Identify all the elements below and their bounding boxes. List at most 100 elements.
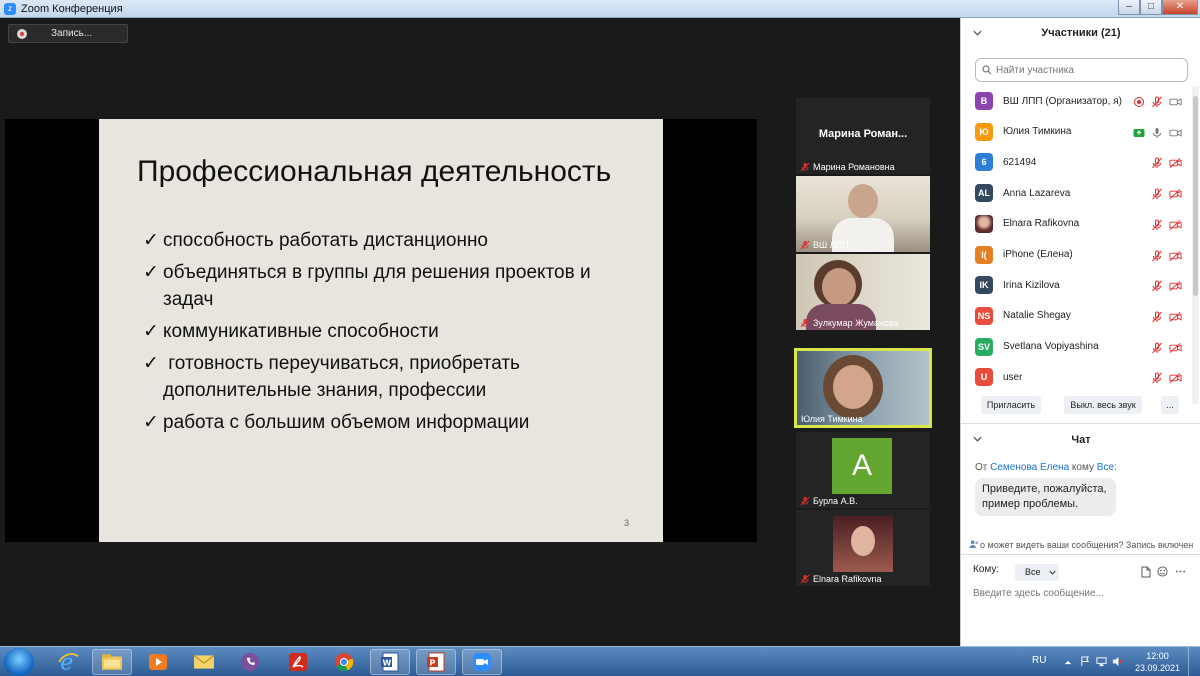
viber-icon[interactable] (230, 649, 270, 675)
word-icon[interactable]: W (370, 649, 410, 675)
close-button[interactable]: ✕ (1162, 0, 1198, 15)
mic-icon[interactable] (1151, 126, 1163, 138)
mail-icon[interactable] (184, 649, 224, 675)
chrome-icon[interactable] (324, 649, 364, 675)
slide-bullets: ✓ способность работать дистанционно ✓ объе… (143, 227, 643, 441)
scroll-thumb[interactable] (1193, 96, 1198, 296)
mic-muted-icon[interactable] (1151, 218, 1163, 231)
participants-scrollbar[interactable] (1192, 86, 1199, 404)
participant-row[interactable]: I(iPhone (Елена) (961, 240, 1193, 270)
check-icon: ✓ (143, 262, 159, 283)
participant-row[interactable]: SV Svetlana Vopiyashina (961, 332, 1193, 362)
participant-row[interactable]: IK Irina Kizilova (961, 270, 1193, 300)
participant-row[interactable]: В ВШ ЛПП (Организатор, я) (961, 86, 1193, 116)
invite-button[interactable]: Пригласить (981, 396, 1041, 414)
check-icon: ✓ (143, 412, 159, 433)
participant-row[interactable]: AL Anna Lazareva (961, 178, 1193, 208)
svg-text:P: P (430, 659, 436, 668)
chat-message-input[interactable] (973, 588, 1193, 599)
participant-avatar: SV (975, 337, 993, 356)
mic-muted-icon[interactable] (1151, 249, 1163, 261)
check-icon: ✓ (143, 353, 159, 374)
emoji-icon[interactable] (1157, 566, 1168, 577)
participant-name: Anna Lazareva (1003, 187, 1071, 199)
participant-search[interactable] (975, 58, 1188, 82)
participant-row[interactable]: 6 621494 (961, 147, 1193, 177)
more-options-button[interactable]: ... (1161, 396, 1179, 414)
video-off-icon (1169, 371, 1182, 384)
minimize-button[interactable]: – (1118, 0, 1140, 15)
chevron-down-icon (1049, 570, 1056, 575)
tray-expand-icon[interactable] (1064, 660, 1072, 665)
powerpoint-icon[interactable]: P (416, 649, 456, 675)
sender-name[interactable]: Семенова Елена (990, 462, 1069, 473)
window-title: Zoom Конференция (21, 2, 123, 15)
maximize-button[interactable]: □ (1140, 0, 1162, 15)
participant-avatar: В (975, 92, 993, 110)
participant-name: Юлия Тимкина (801, 414, 863, 424)
video-tile[interactable]: Марина Роман... Марина Романовна (796, 98, 930, 174)
mic-muted-icon[interactable] (1151, 279, 1163, 292)
windows-taskbar: e W P RU 12:00 23.09.2021 (0, 646, 1200, 676)
mute-all-button[interactable]: Выкл. весь звук (1064, 396, 1142, 414)
video-off-icon (1169, 341, 1182, 353)
mic-muted-icon[interactable] (1151, 341, 1163, 353)
system-clock[interactable]: 12:00 23.09.2021 (1135, 650, 1180, 674)
recording-indicator[interactable]: Запись... (8, 24, 128, 43)
mic-muted-icon[interactable] (1151, 310, 1163, 323)
participants-title: Участники (21) (1041, 27, 1121, 39)
participant-row[interactable]: Uuser (961, 362, 1193, 392)
participant-name: Марина Романовна (813, 162, 895, 172)
flag-icon[interactable] (1080, 656, 1091, 667)
language-indicator[interactable]: RU (1032, 655, 1046, 666)
ie-icon[interactable]: e (48, 649, 88, 675)
slide-page-number: 3 (623, 518, 629, 528)
show-desktop-button[interactable] (1188, 647, 1200, 676)
participant-row[interactable]: Ю Юлия Тимкина (961, 117, 1193, 147)
participant-name: Irina Kizilova (1003, 279, 1060, 291)
volume-muted-icon[interactable] (1112, 656, 1123, 667)
screen-share: Профессиональная деятельность ✓ способнос… (5, 119, 757, 542)
media-player-icon[interactable] (138, 649, 178, 675)
start-button[interactable] (4, 648, 34, 676)
video-tile[interactable]: Зулкумар Жуманова (796, 254, 930, 330)
more-dots-icon[interactable] (1175, 566, 1186, 577)
window-controls: – □ ✕ (1118, 0, 1198, 15)
participants-list: В ВШ ЛПП (Организатор, я) Ю Юлия Тимкина 6 62… (961, 86, 1193, 406)
acrobat-icon[interactable] (278, 649, 318, 675)
participant-name: ВШ ЛПП (Организатор, я) (1003, 95, 1122, 107)
to-label: Кому: (973, 564, 1000, 575)
mic-muted-icon[interactable] (1151, 95, 1163, 108)
video-tile[interactable]: A Бурла А.В. (796, 432, 930, 508)
chat-visibility-notice[interactable]: о может видеть ваши сообщения? Запись вк… (969, 539, 1200, 550)
participant-name: ВШ ЛПП (813, 240, 849, 250)
chat-message-header: От Семенова Елена кому Все: (975, 462, 1117, 473)
person-face (833, 365, 873, 409)
zoom-icon[interactable] (462, 649, 502, 675)
participant-row[interactable]: Elnara Rafikovna (961, 209, 1193, 239)
slide-title: Профессиональная деятельность (137, 155, 612, 188)
recipient-select[interactable]: Все (1015, 564, 1059, 581)
video-tile[interactable]: Elnara Rafikovna (796, 510, 930, 586)
mic-muted-icon[interactable] (1151, 371, 1163, 384)
participant-name: Бурла А.В. (813, 496, 858, 506)
participant-avatar: AL (975, 184, 993, 203)
mic-muted-icon[interactable] (1151, 187, 1163, 200)
explorer-icon[interactable] (92, 649, 132, 675)
video-off-icon (1169, 249, 1182, 261)
file-icon[interactable] (1141, 566, 1151, 578)
mic-muted-icon (800, 162, 810, 172)
slide-bullet: ✓ способность работать дистанционно (143, 227, 643, 254)
search-input[interactable] (996, 64, 1176, 76)
network-icon[interactable] (1096, 656, 1107, 667)
mic-muted-icon[interactable] (1151, 156, 1163, 169)
recipient-name[interactable]: Все: (1097, 462, 1117, 473)
chat-recipient-row: Кому: Все (973, 564, 1193, 582)
participant-name: Юлия Тимкина (1003, 126, 1072, 138)
participant-name: Natalie Shegay (1003, 310, 1071, 322)
side-panel: Участники (21) В ВШ ЛПП (Организатор, я) Ю… (960, 18, 1200, 646)
participant-row[interactable]: NS Natalie Shegay (961, 301, 1193, 331)
video-tile-active-speaker[interactable]: Юлия Тимкина (794, 348, 932, 428)
video-tile[interactable]: ВШ ЛПП (796, 176, 930, 252)
participant-avatar (975, 214, 993, 233)
